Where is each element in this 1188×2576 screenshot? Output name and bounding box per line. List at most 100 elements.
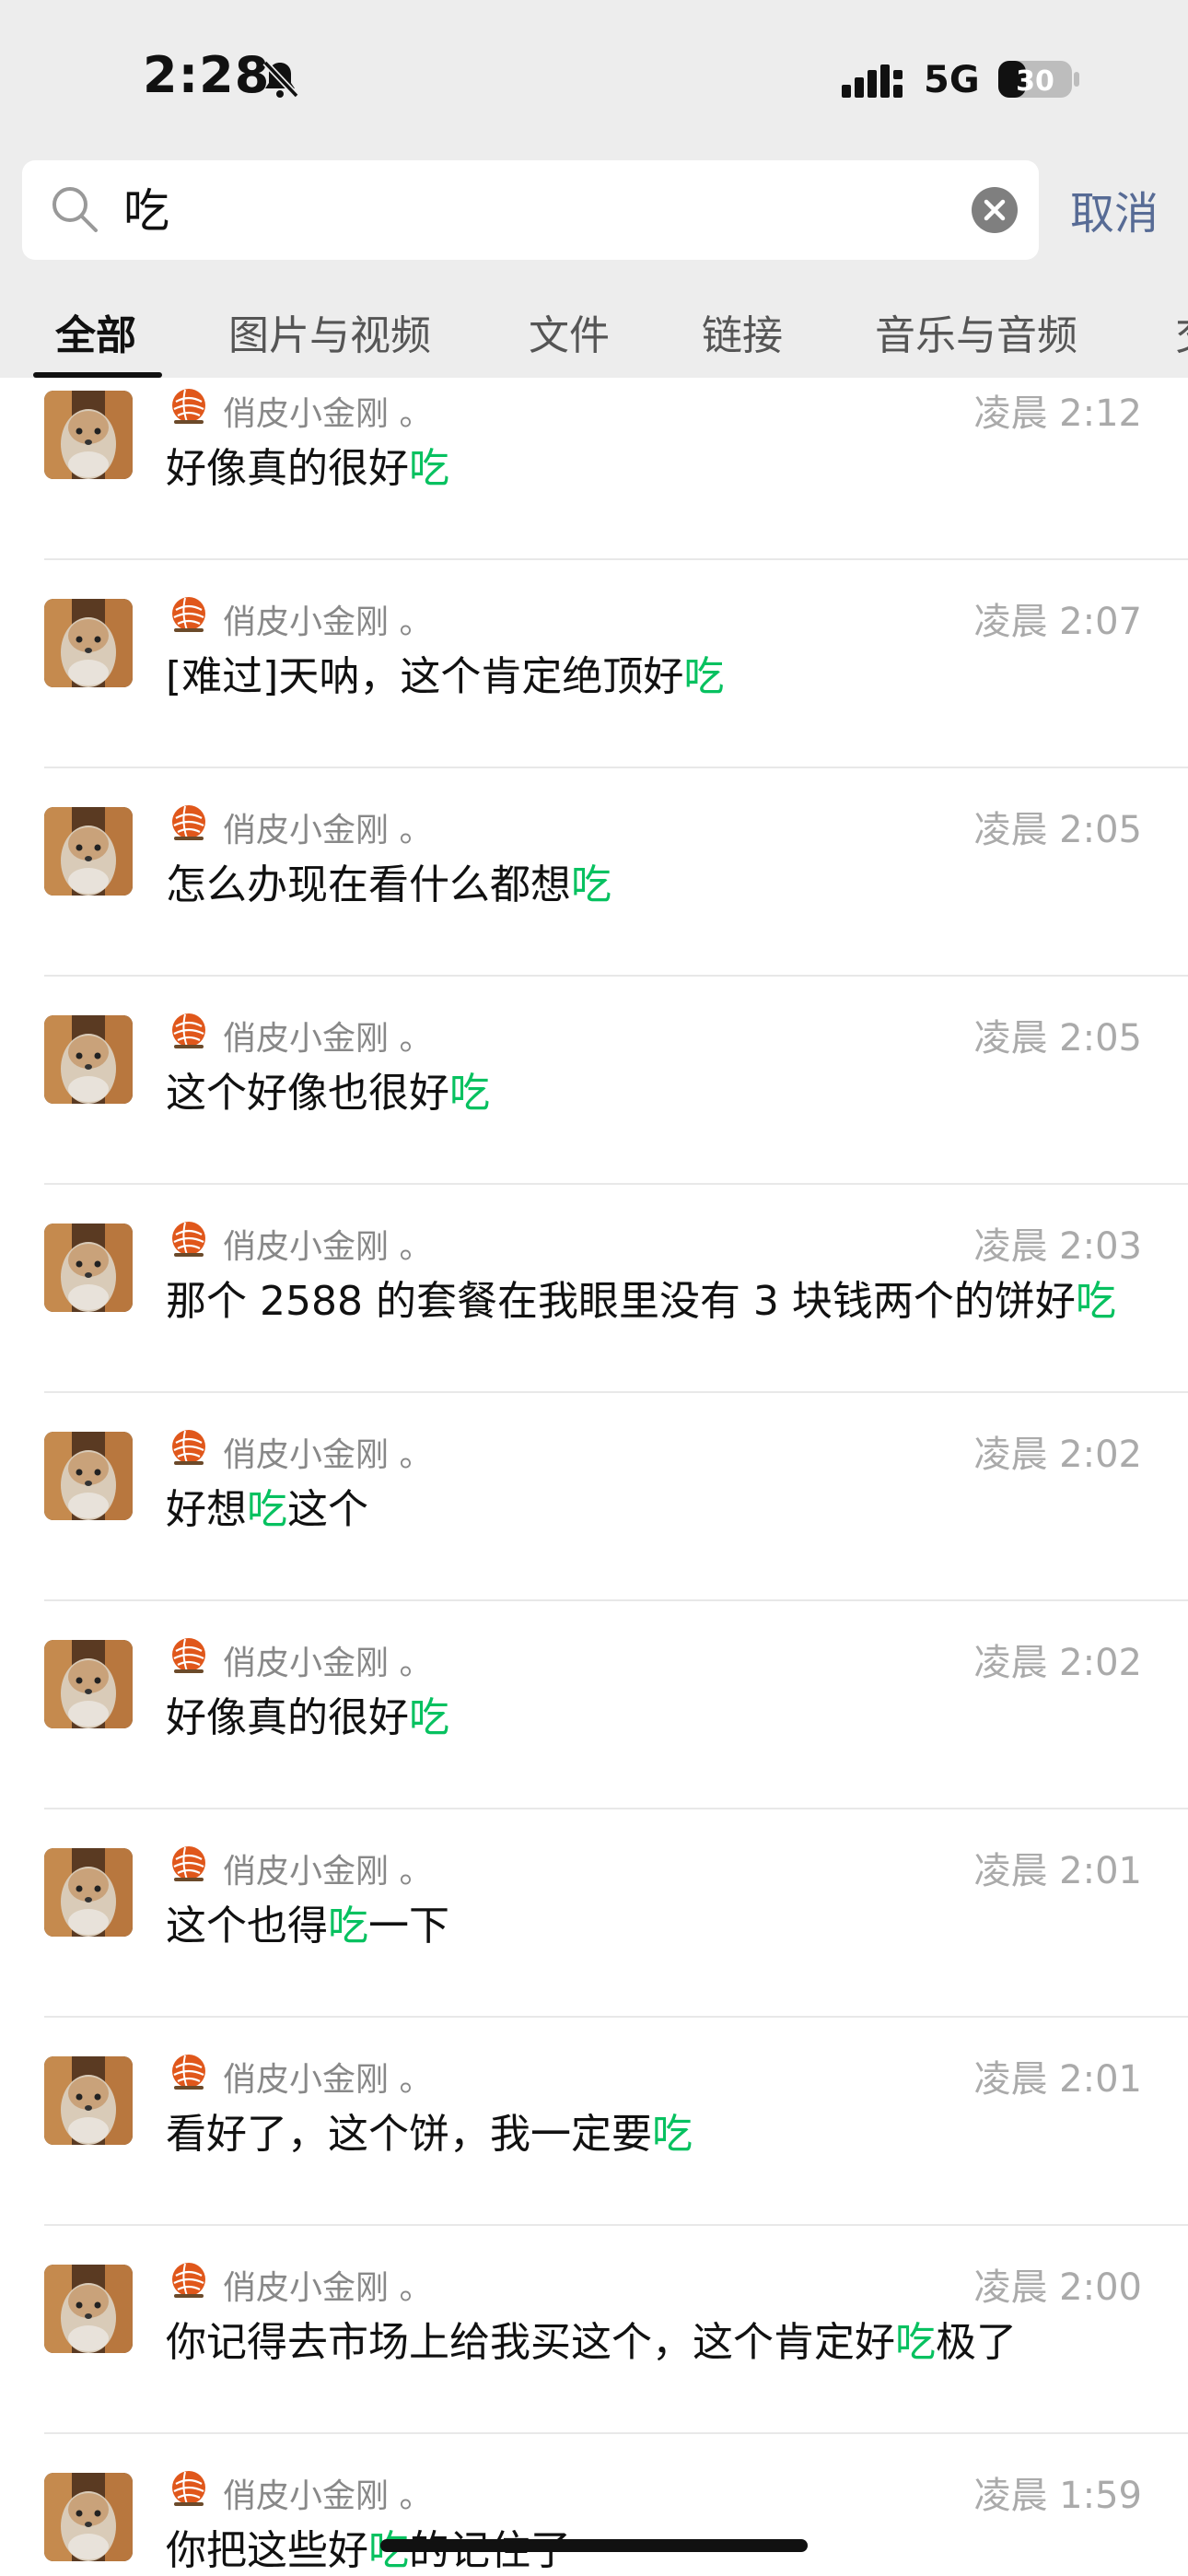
search-row: 取消 [0, 157, 1188, 267]
sender-name: 俏皮小金刚 。 [223, 1436, 433, 1474]
sender-name: 俏皮小金刚 。 [223, 1228, 433, 1266]
sender-name: 俏皮小金刚 。 [223, 2477, 433, 2515]
yarn-ball-icon [169, 802, 209, 842]
keyword-highlight: 吃 [449, 1070, 490, 1117]
message-time: 凌晨 2:02 [973, 1434, 1142, 1476]
message-text-pre: 好想 [166, 1486, 247, 1533]
avatar[interactable] [44, 1015, 133, 1104]
search-result-item[interactable]: 俏皮小金刚 。 凌晨 2:07 [难过]天呐，这个肯定绝顶好吃 [0, 560, 1188, 768]
cancel-button[interactable]: 取消 [1070, 177, 1159, 241]
avatar[interactable] [44, 1640, 133, 1728]
yarn-ball-icon [169, 1218, 209, 1259]
message-text-pre: 看好了，这个饼，我一定要 [166, 2111, 652, 2158]
tab-images-videos[interactable]: 图片与视频 [228, 302, 431, 361]
message-text: 那个 2588 的套餐在我眼里没有 3 块钱两个的饼好吃 [166, 1268, 1116, 1327]
keyword-highlight: 吃 [1075, 1278, 1116, 1325]
message-text-pre: 好像真的很好 [166, 445, 409, 492]
message-text: 好想吃这个 [166, 1476, 368, 1535]
yarn-ball-icon [169, 385, 209, 426]
yarn-ball-icon [169, 2259, 209, 2300]
message-time: 凌晨 2:00 [973, 2266, 1142, 2309]
search-result-list: 俏皮小金刚 。凌晨 2:12 好像真的很好吃 俏皮小金刚 。凌晨 2:07 [难过]… [0, 378, 1188, 2576]
avatar[interactable] [44, 807, 133, 896]
yarn-ball-icon [169, 1843, 209, 1883]
message-text-post: 这个 [287, 1486, 368, 1533]
sender-name: 俏皮小金刚 。 [223, 812, 433, 849]
tab-all[interactable]: 全部 [55, 302, 136, 361]
network-type: 5G [924, 59, 980, 101]
message-text: 怎么办现在看什么都想吃 [166, 851, 611, 910]
message-text-post: 一下 [368, 1903, 449, 1950]
keyword-highlight: 吃 [409, 445, 449, 492]
battery-icon: 30 [996, 59, 1081, 100]
clock: 2:28 [143, 46, 271, 104]
message-text-pre: 好像真的很好 [166, 1694, 409, 1741]
sender-name: 俏皮小金刚 。 [223, 1645, 433, 1682]
message-text: 看好了，这个饼，我一定要吃 [166, 2101, 693, 2160]
message-text-pre: 这个也得 [166, 1903, 328, 1950]
message-text-pre: 怎么办现在看什么都想 [166, 861, 571, 908]
avatar[interactable] [44, 2265, 133, 2353]
search-result-item[interactable]: 俏皮小金刚 。 凌晨 2:02 好想吃这个 [0, 1393, 1188, 1601]
yarn-ball-icon [169, 1010, 209, 1050]
keyword-highlight: 吃 [652, 2111, 693, 2158]
avatar[interactable] [44, 391, 133, 479]
search-input[interactable] [123, 181, 860, 234]
signal-icon [842, 64, 903, 98]
sender-name: 俏皮小金刚 。 [223, 2061, 433, 2099]
message-time: 凌晨 1:59 [973, 2475, 1142, 2517]
tab-more[interactable]: 交 [1175, 302, 1188, 361]
search-result-item[interactable]: 俏皮小金刚 。 凌晨 2:01 看好了，这个饼，我一定要吃 [0, 2018, 1188, 2226]
search-result-item[interactable]: 俏皮小金刚 。 凌晨 2:02 好像真的很好吃 [0, 1601, 1188, 1809]
keyword-highlight: 吃 [571, 861, 611, 908]
message-text: [难过]天呐，这个肯定绝顶好吃 [166, 643, 724, 702]
yarn-ball-icon [169, 1634, 209, 1675]
tab-files[interactable]: 文件 [529, 302, 610, 361]
avatar[interactable] [44, 1432, 133, 1520]
message-text-pre: 你把这些好 [166, 2527, 368, 2574]
message-time: 凌晨 2:01 [973, 2058, 1142, 2101]
sender-name: 俏皮小金刚 。 [223, 1853, 433, 1891]
search-result-item[interactable]: 俏皮小金刚 。 凌晨 2:05 这个好像也很好吃 [0, 977, 1188, 1185]
message-text-pre: 这个好像也很好 [166, 1070, 449, 1117]
header-area: 2:28 5G 30 吃 取消 全部 图片与视频 文件 链接 音乐与音频 [0, 0, 1188, 378]
sender-name: 俏皮小金刚 。 [223, 603, 433, 641]
tab-music-audio[interactable]: 音乐与音频 [875, 302, 1077, 361]
avatar[interactable] [44, 1224, 133, 1312]
message-time: 凌晨 2:05 [973, 809, 1142, 851]
message-text-post: 极了 [936, 2319, 1017, 2366]
message-text: 这个也得吃一下 [166, 1892, 449, 1951]
message-text: 好像真的很好吃 [166, 435, 449, 494]
avatar[interactable] [44, 2056, 133, 2145]
message-time: 凌晨 2:01 [973, 1850, 1142, 1892]
avatar[interactable] [44, 1848, 133, 1937]
sender-name: 俏皮小金刚 。 [223, 2269, 433, 2307]
search-result-item[interactable]: 俏皮小金刚 。 凌晨 2:05 怎么办现在看什么都想吃 [0, 768, 1188, 977]
filter-tabs: 全部 图片与视频 文件 链接 音乐与音频 交 [0, 295, 1188, 378]
message-time: 凌晨 2:03 [973, 1225, 1142, 1268]
tab-links[interactable]: 链接 [702, 302, 783, 361]
home-indicator[interactable] [380, 2539, 808, 2552]
keyword-highlight: 吃 [409, 1694, 449, 1741]
message-text-pre: 那个 2588 的套餐在我眼里没有 3 块钱两个的饼好 [166, 1278, 1076, 1325]
avatar[interactable] [44, 2473, 133, 2561]
search-result-item[interactable]: 俏皮小金刚 。凌晨 2:03 那个 2588 的套餐在我眼里没有 3 块钱两个的饼… [0, 1185, 1188, 1393]
yarn-ball-icon [169, 2051, 209, 2091]
search-result-item[interactable]: 俏皮小金刚 。凌晨 2:00 你记得去市场上给我买这个，这个肯定好吃极了 [0, 2226, 1188, 2434]
search-result-item[interactable]: 俏皮小金刚 。 凌晨 2:12 好像真的很好吃 [0, 378, 1188, 560]
sender-name: 俏皮小金刚 。 [223, 395, 433, 433]
message-time: 凌晨 2:07 [973, 601, 1142, 643]
search-result-item[interactable]: 俏皮小金刚 。凌晨 1:59你把这些好吃的记住了 [0, 2434, 1188, 2576]
message-time: 凌晨 2:02 [973, 1642, 1142, 1684]
yarn-ball-icon [169, 2467, 209, 2508]
keyword-highlight: 吃 [683, 653, 725, 700]
yarn-ball-icon [169, 593, 209, 634]
clear-search-icon[interactable] [971, 186, 1019, 234]
avatar[interactable] [44, 599, 133, 687]
message-text: 好像真的很好吃 [166, 1684, 449, 1743]
message-time: 凌晨 2:12 [973, 392, 1142, 435]
keyword-highlight: 吃 [328, 1903, 368, 1950]
search-result-item[interactable]: 俏皮小金刚 。 凌晨 2:01 这个也得吃一下 [0, 1809, 1188, 2018]
bell-muted-icon [262, 60, 299, 99]
search-box[interactable] [22, 160, 1039, 260]
